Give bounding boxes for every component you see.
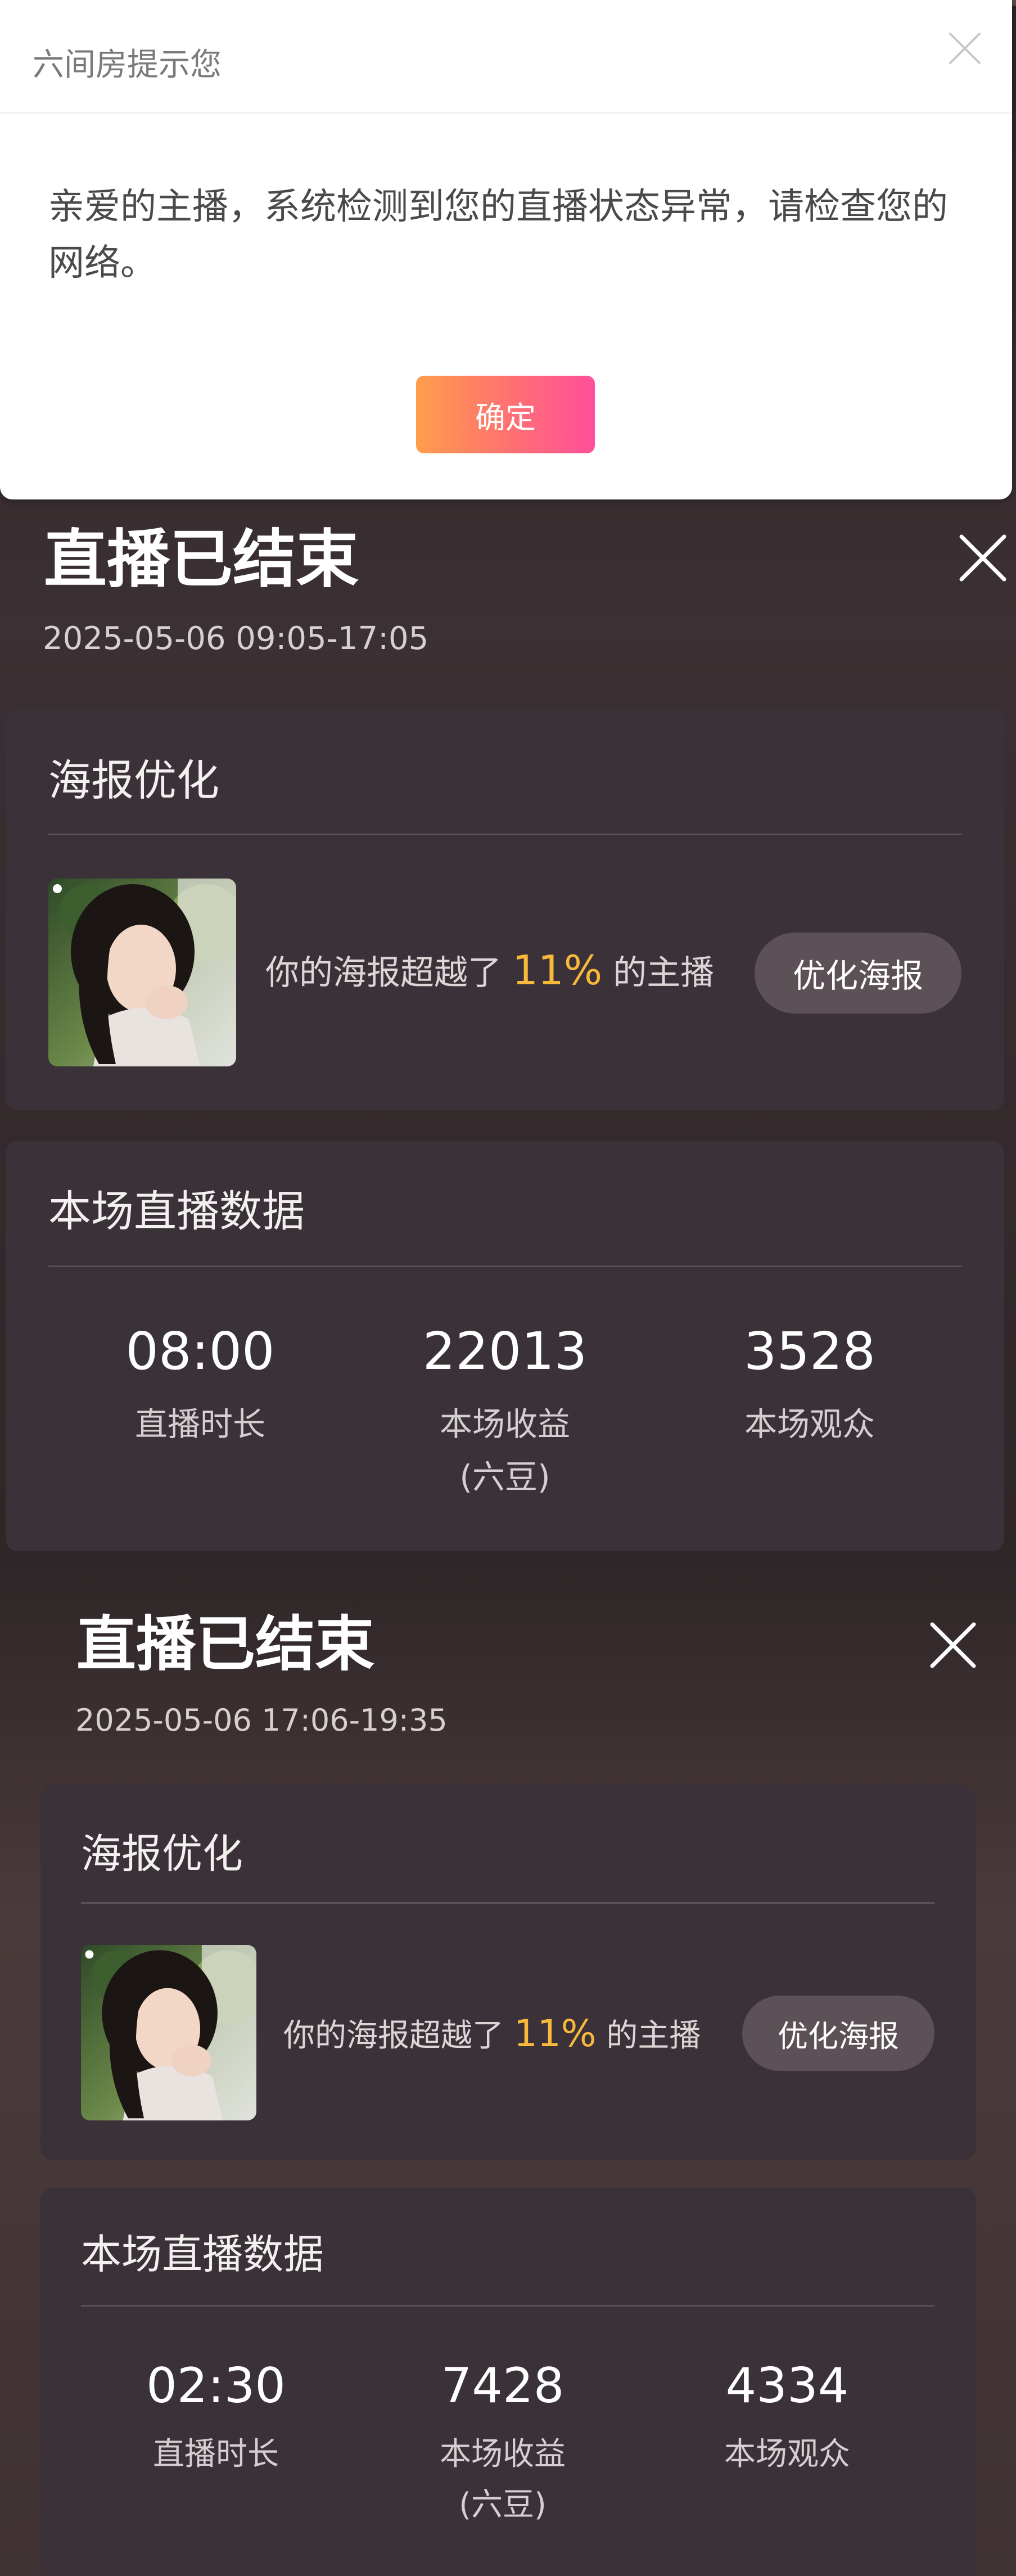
optimize-poster-button[interactable]: 优化海报 <box>755 933 961 1014</box>
income-label: 本场收益 <box>439 1405 570 1443</box>
live-stats-card: 本场直播数据 02:30 直播时长 7428 本场收益 (六豆) 4334 本场… <box>40 2188 976 2576</box>
optimize-poster-button[interactable]: 优化海报 <box>742 1996 934 2071</box>
audience-value: 4334 <box>725 2358 849 2414</box>
poster-rank-text: 你的海报超越了 11% 的主播 <box>265 945 714 998</box>
poster-optimization-card: 海报优化 你的海报超越了 11% 的主播 优化海报 <box>6 709 1004 1110</box>
income-unit: (六豆) <box>459 1458 550 1496</box>
audience-label: 本场观众 <box>744 1405 875 1443</box>
poster-section-title: 海报优化 <box>81 1830 243 1877</box>
income-label: 本场收益 <box>440 2436 566 2473</box>
income-value: 7428 <box>441 2358 565 2414</box>
income-value: 22013 <box>422 1321 588 1381</box>
poster-thumbnail[interactable] <box>48 879 236 1066</box>
duration-value: 02:30 <box>146 2358 286 2414</box>
poster-image <box>48 879 236 1066</box>
duration-label: 直播时长 <box>134 1405 265 1443</box>
divider <box>48 1266 961 1267</box>
close-icon[interactable] <box>956 531 1010 585</box>
dialog-message: 亲爱的主播，系统检测到您的直播状态异常，请检查您的网络。 <box>48 186 948 284</box>
poster-text-before: 你的海报超越了 <box>265 953 502 993</box>
duration-value: 08:00 <box>125 1321 275 1381</box>
poster-thumbnail[interactable] <box>81 1945 256 2120</box>
poster-percent: 11% <box>512 947 603 994</box>
alert-dialog: 六间房提示您 亲爱的主播，系统检测到您的直播状态异常，请检查您的网络。 确定 <box>0 0 1012 499</box>
divider <box>81 2305 934 2307</box>
dialog-close-icon[interactable] <box>945 28 985 69</box>
audience-label: 本场观众 <box>724 2436 850 2473</box>
stats-section-title: 本场直播数据 <box>48 1186 305 1236</box>
live-stats-card: 本场直播数据 08:00 直播时长 22013 本场收益 (六豆) 3528 本… <box>6 1141 1004 1551</box>
poster-percent: 11% <box>513 2012 597 2055</box>
dialog-header: 六间房提示您 <box>0 0 1012 114</box>
live-time-range: 2025-05-06 09:05-17:05 <box>43 620 429 657</box>
poster-text-after: 的主播 <box>606 2017 701 2054</box>
divider <box>81 1902 934 1904</box>
poster-section-title: 海报优化 <box>48 755 219 805</box>
poster-text-before: 你的海报超越了 <box>283 2017 504 2054</box>
audience-value: 3528 <box>743 1321 876 1381</box>
poster-optimization-card: 海报优化 你的海报超越了 11% 的主播 优化海报 <box>40 1785 976 2160</box>
poster-text-after: 的主播 <box>613 953 715 993</box>
poster-image <box>81 1945 256 2120</box>
duration-label: 直播时长 <box>153 2436 279 2473</box>
confirm-button[interactable]: 确定 <box>416 376 595 453</box>
live-time-range: 2025-05-06 17:06-19:35 <box>75 1703 448 1738</box>
income-unit: (六豆) <box>459 2487 547 2523</box>
poster-rank-text: 你的海报超越了 11% 的主播 <box>283 2010 701 2060</box>
divider <box>48 834 961 835</box>
live-ended-title: 直播已结束 <box>44 523 359 596</box>
close-icon[interactable] <box>928 1620 978 1670</box>
stats-section-title: 本场直播数据 <box>81 2231 324 2278</box>
dialog-title: 六间房提示您 <box>33 47 222 83</box>
live-ended-title: 直播已结束 <box>76 1610 374 1679</box>
